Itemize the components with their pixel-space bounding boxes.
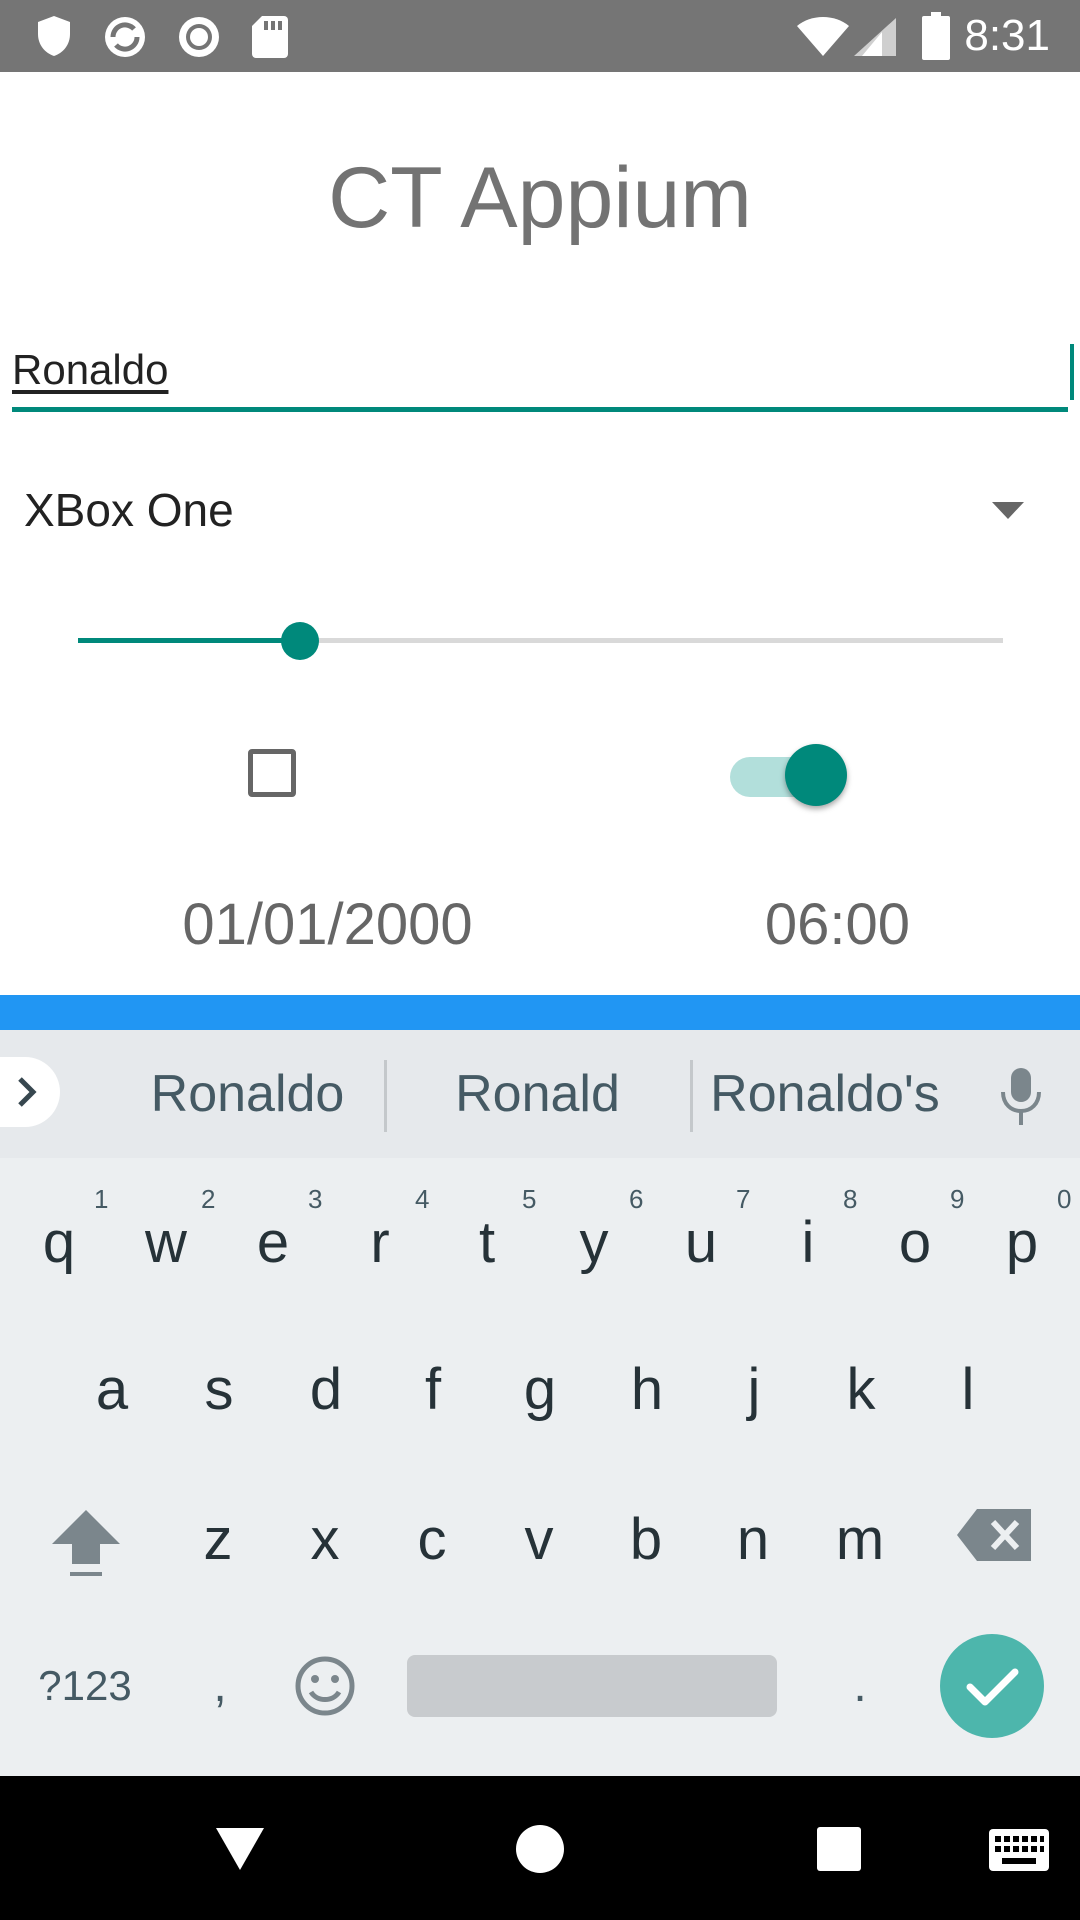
key-hint: 4 [415,1184,430,1214]
backspace-icon[interactable] [955,1505,1035,1565]
key-g[interactable]: g [495,1340,585,1440]
enter-key[interactable] [940,1634,1044,1738]
console-spinner[interactable]: XBox One [24,470,1034,550]
key-t[interactable]: t [442,1193,532,1293]
shift-icon[interactable] [46,1502,126,1582]
name-input[interactable]: Ronaldo [12,335,1074,413]
spinner-selected-value: XBox One [24,484,234,536]
slider-thumb[interactable] [281,622,319,660]
toggle-switch[interactable] [730,744,847,806]
key-hint: 8 [843,1184,858,1214]
key-n[interactable]: n [708,1490,798,1590]
suggestion-2[interactable]: Ronald [420,1062,655,1126]
shield-icon [38,16,70,56]
key-c[interactable]: c [387,1490,477,1590]
time-picker-text[interactable]: 06:00 [690,890,985,960]
emoji-icon[interactable] [293,1654,357,1718]
suggestion-strip: Ronaldo Ronald Ronaldo's [0,1030,1080,1158]
period-key[interactable]: . [815,1636,905,1736]
microphone-icon[interactable] [996,1064,1046,1134]
switch-thumb [785,744,847,806]
status-bar: 8:31 [0,0,1080,72]
chevron-right-icon [18,1077,37,1107]
key-z[interactable]: z [173,1490,263,1590]
key-s[interactable]: s [174,1340,264,1440]
key-hint: 5 [522,1184,537,1214]
key-y[interactable]: y [549,1193,639,1293]
home-icon[interactable] [515,1824,565,1874]
space-key[interactable] [407,1655,777,1717]
key-hint: 9 [950,1184,965,1214]
recents-icon[interactable] [816,1826,862,1872]
key-x[interactable]: x [280,1490,370,1590]
comma-key[interactable]: , [175,1636,265,1736]
key-q[interactable]: q [14,1193,104,1293]
suggestion-divider [384,1060,387,1132]
wifi-icon [797,17,849,56]
suggestion-divider [690,1060,693,1132]
navigation-bar [0,1776,1080,1920]
back-icon[interactable] [212,1824,268,1874]
input-underline [12,407,1068,412]
seek-slider[interactable] [78,620,1003,660]
key-e[interactable]: e [228,1193,318,1293]
key-r[interactable]: r [335,1193,425,1293]
record-icon [179,17,219,57]
suggestion-1[interactable]: Ronaldo [130,1062,365,1126]
key-m[interactable]: m [815,1490,905,1590]
key-hint: 2 [201,1184,216,1214]
key-b[interactable]: b [601,1490,691,1590]
key-o[interactable]: o [870,1193,960,1293]
key-p[interactable]: p [977,1193,1067,1293]
key-a[interactable]: a [67,1340,157,1440]
key-hint: 6 [629,1184,644,1214]
key-v[interactable]: v [494,1490,584,1590]
key-h[interactable]: h [602,1340,692,1440]
checkbox[interactable] [248,749,296,797]
key-j[interactable]: j [709,1340,799,1440]
keyboard-switch-icon[interactable] [988,1828,1050,1872]
key-u[interactable]: u [656,1193,746,1293]
key-l[interactable]: l [923,1340,1013,1440]
battery-icon [922,12,950,60]
key-d[interactable]: d [281,1340,371,1440]
sd-card-icon [252,16,288,58]
suggestion-3[interactable]: Ronaldo's [700,1062,950,1126]
key-hint: 1 [94,1184,109,1214]
signal-icon [854,18,896,56]
app-title: CT Appium [328,150,752,246]
key-i[interactable]: i [763,1193,853,1293]
slider-fill [78,638,300,643]
suggestion-expand-button[interactable] [0,1057,60,1127]
date-picker-text[interactable]: 01/01/2000 [100,890,555,960]
checkmark-icon [966,1668,1019,1706]
symbols-key[interactable]: ?123 [30,1636,140,1736]
key-hint: 7 [736,1184,751,1214]
text-cursor [1070,344,1074,400]
clock: 8:31 [964,11,1050,60]
key-f[interactable]: f [388,1340,478,1440]
name-input-text[interactable]: Ronaldo [12,335,1068,405]
key-k[interactable]: k [816,1340,906,1440]
key-hint: 3 [308,1184,323,1214]
sync-icon [105,17,145,57]
keyboard-top-bar [0,995,1080,1030]
dropdown-arrow-icon [992,502,1024,519]
key-w[interactable]: w [121,1193,211,1293]
key-hint: 0 [1057,1184,1072,1214]
